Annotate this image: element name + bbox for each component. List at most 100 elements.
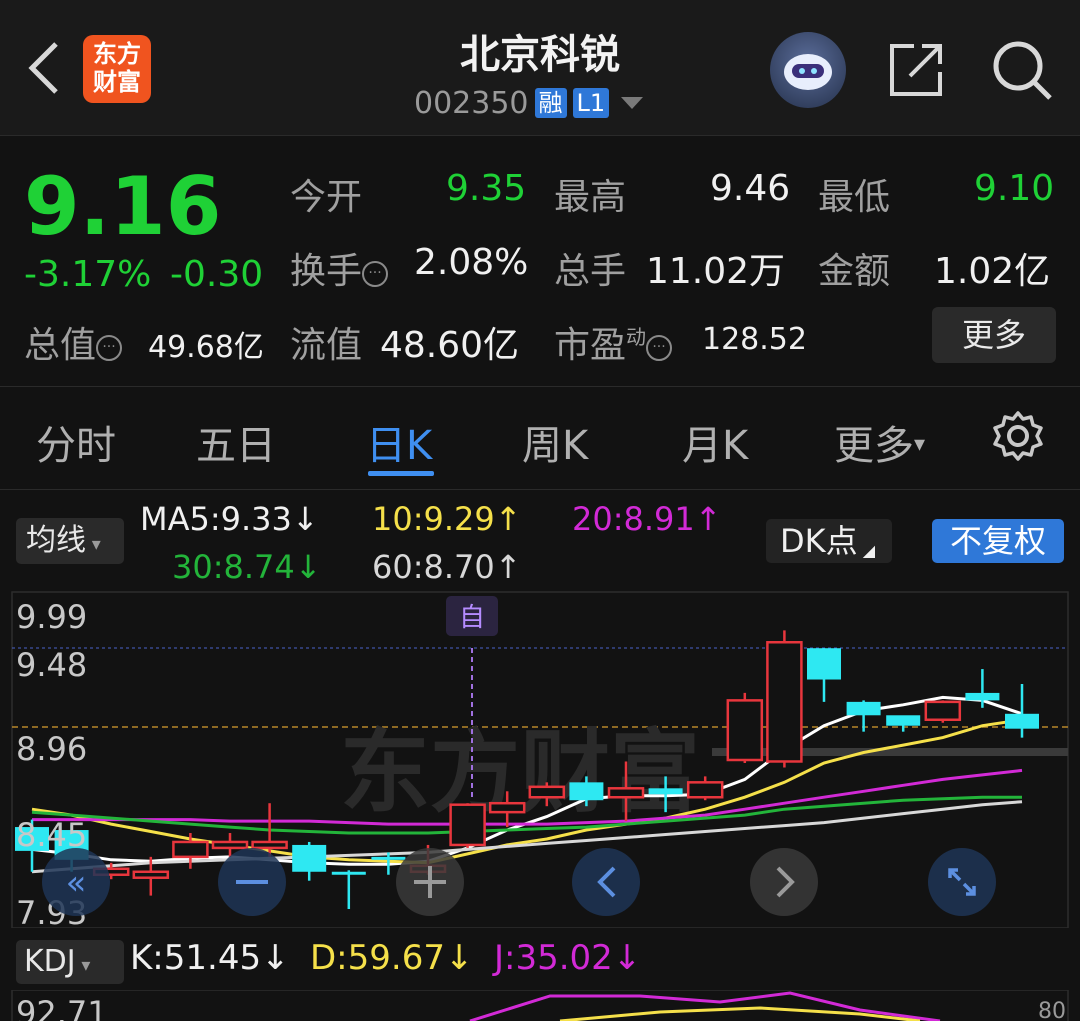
high-value: 9.46 [710, 168, 791, 209]
change-amount: -0.30 [170, 254, 264, 295]
ma20-value: 20:8.91↑ [572, 500, 722, 538]
amount-value: 1.02亿 [934, 251, 1051, 292]
candlestick[interactable] [449, 803, 486, 848]
indicator-selector-label: KDJ [24, 944, 76, 979]
tab-intraday[interactable]: 分时 [36, 413, 116, 471]
kdj-j-line [469, 991, 941, 1021]
ma60-value: 60:8.70↑ [372, 548, 522, 586]
candlestick[interactable] [766, 630, 803, 768]
dropdown-triangle-icon: ▾ [86, 534, 101, 555]
kdj-axis-label-right: 80 [1038, 999, 1066, 1021]
mktcap-value: 49.68亿 [148, 330, 264, 365]
corner-triangle-icon: ◢ [857, 541, 876, 560]
kdj-d-value: D:59.67↓ [310, 938, 474, 978]
dropdown-triangle-icon [621, 97, 644, 109]
stock-code-row[interactable]: 002350 融 L1 [414, 85, 644, 121]
y-tick-label: 8.96 [16, 730, 87, 768]
stock-code: 002350 [414, 85, 529, 121]
kdj-k-value: K:51.45↓ [130, 938, 290, 978]
candle-body [488, 801, 526, 814]
header-bar: 东方 财富 北京科锐 002350 融 L1 [0, 0, 1080, 136]
pe-label[interactable]: 市盈动 ··· [554, 316, 673, 368]
candlestick[interactable] [924, 700, 962, 723]
scroll-right-button[interactable] [750, 848, 818, 916]
open-value: 9.35 [446, 168, 527, 209]
candle-body [766, 641, 803, 763]
kline-chart[interactable]: 东方财富 自 9.99 9.48 8.96 8.45 7.93 « [0, 588, 1080, 928]
ma5-value: MA5:9.33↓ [140, 500, 319, 538]
float-cap-value: 48.60亿 [380, 325, 520, 366]
y-tick-label: 9.48 [16, 646, 87, 684]
candlestick[interactable] [292, 841, 327, 881]
pe-label-text: 市盈 [554, 325, 627, 366]
amount-label: 金额 [818, 251, 891, 292]
margin-badge: 融 [534, 88, 567, 118]
candle-body [172, 840, 209, 859]
zoom-in-button[interactable] [396, 848, 464, 916]
candle-body [924, 700, 962, 722]
rewind-button[interactable]: « [42, 848, 110, 916]
candle-body [807, 648, 841, 680]
candle-body [846, 701, 881, 716]
dk-band [712, 748, 1068, 756]
info-icon[interactable]: ··· [96, 335, 123, 361]
low-label: 最低 [818, 177, 891, 218]
candle-body [251, 840, 288, 850]
double-left-icon: « [66, 863, 87, 903]
dropdown-triangle-icon: ▾ [75, 955, 91, 976]
info-icon[interactable]: ··· [362, 261, 389, 287]
candlestick[interactable] [726, 692, 764, 763]
kdj-chart[interactable]: 92.71 80 [0, 990, 1080, 1021]
share-icon[interactable] [886, 40, 946, 100]
candlestick[interactable] [886, 715, 921, 732]
tab-daily-k[interactable]: 日K [366, 413, 432, 471]
candle-body [886, 715, 921, 726]
high-label: 最高 [554, 177, 627, 218]
turnover-label[interactable]: 换手 ··· [290, 242, 389, 294]
mktcap-label[interactable]: 总值 ··· [24, 316, 123, 368]
candle-body [528, 785, 566, 799]
candlestick[interactable] [965, 669, 1000, 708]
gear-icon[interactable] [992, 410, 1044, 462]
tab-more-label: 更多 [834, 423, 914, 469]
volume-label: 总手 [554, 251, 627, 292]
candle-body [449, 803, 486, 847]
current-price: 9.16 [24, 160, 222, 253]
scroll-left-button[interactable] [572, 848, 640, 916]
mktcap-label-text: 总值 [24, 325, 97, 366]
tab-monthly-k[interactable]: 月K [682, 413, 748, 471]
dk-point-button[interactable]: DK点 ◢ [766, 519, 892, 563]
zoom-out-button[interactable] [218, 848, 286, 916]
dk-point-label: DK点 [780, 522, 858, 560]
turnover-label-text: 换手 [290, 251, 363, 292]
indicator-selector[interactable]: KDJ ▾ [16, 940, 124, 984]
no-adjust-button[interactable]: 不复权 [932, 519, 1064, 563]
ma10-value: 10:9.29↑ [372, 500, 522, 538]
search-icon[interactable] [990, 38, 1054, 102]
candlestick[interactable] [172, 833, 209, 869]
candle-body [1005, 713, 1039, 729]
info-icon[interactable]: ··· [646, 335, 673, 361]
y-tick-label: 9.99 [16, 598, 87, 636]
candle-body [607, 787, 645, 799]
level-badge: L1 [572, 88, 610, 118]
more-quote-button[interactable]: 更多 [932, 307, 1056, 363]
fullscreen-button[interactable] [928, 848, 996, 916]
tab-weekly-k[interactable]: 周K [522, 413, 588, 471]
change-percent: -3.17% [24, 254, 152, 295]
candle-body [132, 870, 170, 879]
ma30-value: 30:8.74↓ [172, 548, 322, 586]
active-tab-underline [368, 471, 434, 476]
float-cap-label: 流值 [290, 325, 363, 366]
tab-five-day[interactable]: 五日 [196, 413, 276, 471]
candlestick[interactable] [331, 870, 366, 910]
candle-body [726, 699, 764, 762]
tab-more[interactable]: 更多▾ [834, 413, 925, 471]
robot-avatar-icon[interactable] [770, 32, 846, 108]
self-select-marker-text: 自 [459, 603, 485, 633]
ma-selector[interactable]: 均线 ▾ [16, 518, 124, 564]
pe-dynamic-sup: 动 [626, 325, 647, 349]
candle-body [648, 788, 683, 795]
candlestick[interactable] [807, 648, 841, 702]
turnover-value: 2.08% [414, 242, 529, 283]
